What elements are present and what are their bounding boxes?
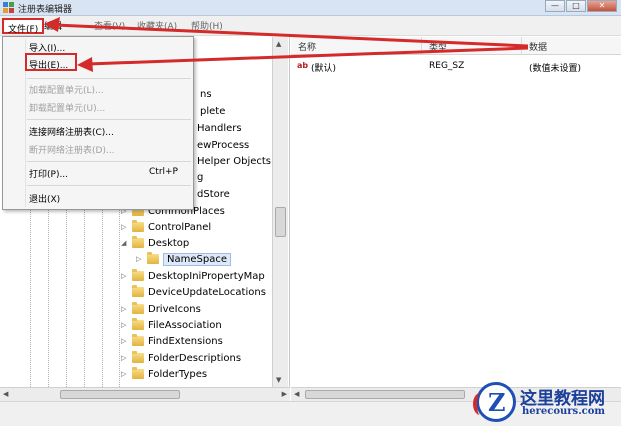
menu-separator	[27, 161, 191, 162]
export-highlight-box	[25, 53, 77, 71]
tree-item-folderdescriptions[interactable]: ▷ FolderDescriptions	[121, 350, 241, 366]
tree-item-desktopinipropertymap[interactable]: ▷ DesktopIniPropertyMap	[121, 268, 265, 284]
folder-icon	[132, 236, 144, 248]
folder-icon	[132, 334, 144, 346]
scroll-left-icon[interactable]: ◀	[3, 390, 8, 398]
watermark-domain: herecours.com	[522, 406, 606, 417]
menu-favorites[interactable]: 收藏夹(A)	[137, 19, 177, 32]
tree-item[interactable]: ns	[200, 86, 212, 102]
string-value-icon: ab	[297, 61, 309, 70]
list-header: 名称 类型 数据	[291, 37, 621, 55]
folder-icon	[132, 367, 144, 379]
tree-item-driveicons[interactable]: ▷ DriveIcons	[121, 301, 201, 317]
menu-view[interactable]: 查看(V)	[94, 19, 125, 32]
window-title: 注册表编辑器	[18, 5, 73, 15]
expand-arrow-icon[interactable]: ▷	[121, 305, 129, 313]
folder-icon	[147, 252, 159, 264]
tree-item[interactable]: Handlers	[197, 120, 242, 136]
logo-swoosh	[473, 393, 487, 415]
menu-separator	[27, 185, 191, 186]
folder-icon	[132, 318, 144, 330]
expand-arrow-icon[interactable]: ▷	[121, 223, 129, 231]
tree-horizontal-scrollbar[interactable]: ◀ ▶	[0, 387, 290, 401]
tree-vertical-scrollbar[interactable]: ▲ ▼	[272, 37, 288, 387]
values-list[interactable]: 名称 类型 数据 ab (默认) REG_SZ (数值未设置)	[291, 37, 621, 387]
scroll-thumb[interactable]	[305, 390, 465, 399]
tree-item-controlpanel[interactable]: ▷ ControlPanel	[121, 219, 211, 235]
menu-item-print[interactable]: 打印(P)...	[29, 167, 68, 180]
tree-item[interactable]: g	[197, 169, 203, 185]
expand-arrow-icon[interactable]: ▷	[121, 354, 129, 362]
menu-separator	[27, 119, 191, 120]
menu-item-exit[interactable]: 退出(X)	[29, 192, 60, 205]
menu-separator	[27, 78, 191, 79]
scroll-thumb[interactable]	[60, 390, 180, 399]
column-header-data[interactable]: 数据	[529, 40, 547, 53]
tree-item[interactable]: Helper Objects	[197, 153, 271, 169]
menu-edit[interactable]: 编辑	[44, 19, 62, 32]
column-divider[interactable]	[421, 37, 422, 55]
expand-arrow-icon[interactable]: ▷	[121, 337, 129, 345]
menu-item-connect-network-registry[interactable]: 连接网络注册表(C)...	[29, 125, 114, 138]
tree-item[interactable]: ewProcess	[197, 137, 249, 153]
column-divider[interactable]	[521, 37, 522, 55]
menu-item-disconnect-network-registry: 断开网络注册表(D)...	[29, 146, 115, 156]
folder-icon	[132, 269, 144, 281]
tree-item-foldertypes[interactable]: ▷ FolderTypes	[121, 366, 207, 382]
tree-item[interactable]: dStore	[197, 186, 230, 202]
scroll-down-icon[interactable]: ▼	[276, 376, 281, 384]
folder-icon	[132, 285, 144, 297]
expand-arrow-icon[interactable]: ▷	[121, 321, 129, 329]
scroll-left-icon[interactable]: ◀	[294, 390, 299, 398]
menu-file[interactable]: 文件(F)	[2, 18, 45, 35]
scroll-thumb[interactable]	[275, 207, 286, 237]
menu-help[interactable]: 帮助(H)	[191, 19, 223, 32]
tree-item[interactable]: plete	[200, 103, 225, 119]
expand-arrow-icon[interactable]: ▷	[121, 272, 129, 280]
file-menu-dropdown: 导入(I)... 导出(E)... 加载配置单元(L)... 卸载配置单元(U)…	[2, 36, 194, 210]
menu-bar: 文件(F) 编辑 查看(V) 收藏夹(A) 帮助(H)	[0, 16, 621, 36]
expand-arrow-icon[interactable]	[121, 288, 129, 296]
column-header-name[interactable]: 名称	[298, 40, 316, 53]
folder-icon	[132, 302, 144, 314]
expand-arrow-icon[interactable]: ▷	[121, 370, 129, 378]
collapse-arrow-icon[interactable]: ◢	[121, 239, 129, 247]
column-header-type[interactable]: 类型	[429, 40, 447, 53]
print-shortcut: Ctrl+P	[149, 167, 178, 177]
tree-item-deviceupdatelocations[interactable]: DeviceUpdateLocations	[121, 284, 266, 300]
scroll-up-icon[interactable]: ▲	[276, 40, 281, 48]
menu-item-unload-hive: 卸载配置单元(U)...	[29, 104, 106, 114]
expand-arrow-icon[interactable]: ▷	[136, 255, 144, 263]
value-name: (默认)	[311, 64, 337, 74]
list-row[interactable]: ab (默认) REG_SZ (数值未设置)	[291, 59, 621, 75]
minimize-button[interactable]: —	[545, 0, 565, 12]
tree-item-desktop[interactable]: ◢ Desktop	[121, 235, 189, 251]
watermark-logo-icon: Z	[473, 382, 516, 422]
regedit-icon	[3, 2, 14, 13]
maximize-button[interactable]: □	[566, 0, 586, 12]
site-watermark: Z 这里教程网 herecours.com	[473, 380, 621, 424]
value-data: (数值未设置)	[529, 64, 582, 74]
value-type: REG_SZ	[429, 61, 465, 71]
folder-icon	[132, 351, 144, 363]
tree-item-namespace[interactable]: ▷ NameSpace	[136, 251, 231, 267]
menu-item-load-hive: 加载配置单元(L)...	[29, 86, 104, 96]
scroll-right-icon[interactable]: ▶	[282, 390, 287, 398]
folder-icon	[132, 220, 144, 232]
close-button[interactable]: ✕	[587, 0, 617, 12]
logo-letter: Z	[488, 388, 506, 417]
window-controls: — □ ✕	[544, 0, 617, 12]
title-bar: 注册表编辑器 — □ ✕	[0, 0, 621, 16]
tree-item-fileassociation[interactable]: ▷ FileAssociation	[121, 317, 222, 333]
tree-item-findextensions[interactable]: ▷ FindExtensions	[121, 333, 223, 349]
